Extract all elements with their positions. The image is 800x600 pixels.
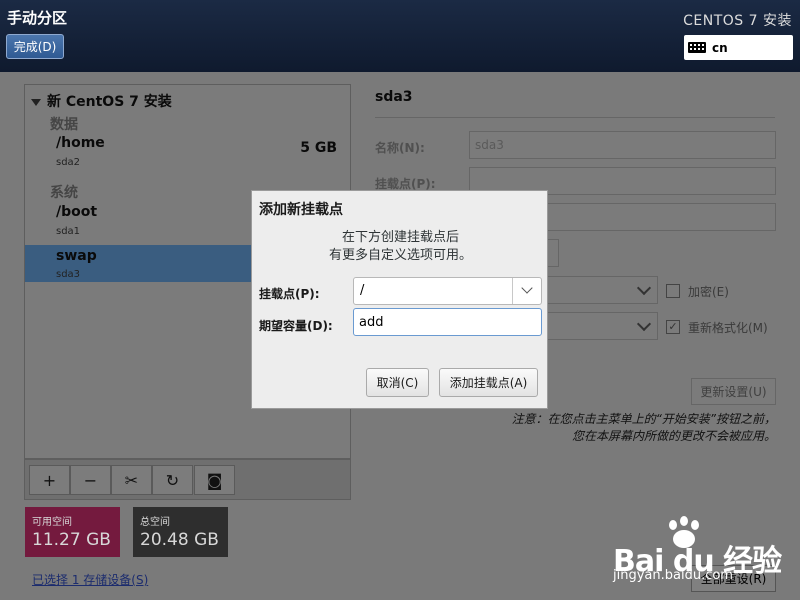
update-settings-button[interactable]: 更新设置(U): [691, 378, 776, 405]
paw-toe: [680, 516, 688, 526]
partition-size-home: 5 GB: [300, 140, 337, 156]
paw-toe: [669, 520, 677, 530]
chevron-down-icon: [636, 316, 652, 332]
dialog-desc-line-1: 在下方创建挂载点后: [341, 230, 459, 245]
add-partition-button[interactable]: +: [29, 465, 70, 495]
baidu-watermark: Bai du 经验 jingyan.baidu.com: [613, 516, 793, 584]
partition-device-boot: sda1: [56, 226, 81, 237]
total-space-value: 20.48 GB: [140, 530, 219, 550]
header-bar: [0, 0, 800, 72]
refresh-icon[interactable]: ↻: [152, 465, 193, 495]
add-mount-point-dialog: 添加新挂载点 在下方创建挂载点后 有更多自定义选项可用。 挂载点(P): / 期…: [251, 190, 548, 409]
name-field[interactable]: sda3: [469, 131, 776, 159]
selected-partition-title: sda3: [375, 89, 413, 105]
tree-root-label: 新 CentOS 7 安装: [47, 94, 172, 110]
tree-root[interactable]: 新 CentOS 7 安装: [31, 91, 172, 111]
total-space-label: 总空间: [140, 517, 170, 528]
available-space-label: 可用空间: [32, 517, 72, 528]
keyboard-icon: [688, 42, 706, 53]
name-label: 名称(N):: [375, 141, 425, 155]
dialog-description: 在下方创建挂载点后 有更多自定义选项可用。: [252, 229, 549, 265]
dialog-title: 添加新挂载点: [259, 202, 343, 218]
partition-device-home: sda2: [56, 157, 81, 168]
note-text: 注意：在您点击主菜单上的“开始安装”按钮之前， 您在本屏幕内所做的更改不会被应用…: [450, 411, 776, 445]
dialog-capacity-label: 期望容量(D):: [259, 319, 333, 333]
filesystem-combo[interactable]: [540, 312, 658, 340]
group-label-data: 数据: [50, 117, 78, 133]
combo-divider: [512, 278, 513, 304]
encrypt-checkbox[interactable]: [666, 284, 680, 298]
page-title: 手动分区: [7, 9, 68, 27]
configure-icon[interactable]: ✂: [111, 465, 152, 495]
dialog-mount-combo[interactable]: /: [353, 277, 542, 305]
paw-toe: [691, 520, 699, 530]
partition-mount-boot[interactable]: /boot: [56, 204, 97, 220]
partition-mount-swap: swap: [56, 248, 97, 264]
product-title: CENTOS 7 安装: [683, 13, 792, 29]
dialog-desc-line-2: 有更多自定义选项可用。: [328, 248, 472, 263]
device-type-combo[interactable]: [540, 276, 658, 304]
remove-partition-button[interactable]: −: [70, 465, 111, 495]
partition-device-swap: sda3: [56, 269, 81, 280]
dialog-add-button[interactable]: 添加挂载点(A): [439, 368, 538, 397]
encrypt-label: 加密(E): [688, 285, 729, 299]
dialog-cancel-button[interactable]: 取消(C): [366, 368, 429, 397]
note-line-1: 注意：在您点击主菜单上的“开始安装”按钮之前，: [511, 412, 776, 426]
separator: [375, 117, 775, 118]
total-space-box: 总空间 20.48 GB: [133, 507, 228, 557]
expand-arrow-icon[interactable]: [31, 98, 41, 106]
chevron-down-icon[interactable]: [521, 282, 533, 294]
selected-storage-link[interactable]: 已选择 1 存储设备(S): [32, 571, 148, 588]
done-button[interactable]: 完成(D): [6, 34, 64, 59]
dialog-mount-value: /: [360, 283, 365, 298]
keyboard-layout-button[interactable]: cn: [684, 35, 793, 60]
dialog-capacity-input[interactable]: [353, 308, 542, 336]
reformat-label: 重新格式化(M): [688, 321, 768, 335]
disk-icon[interactable]: ◙: [194, 465, 235, 495]
chevron-down-icon: [636, 280, 652, 296]
partition-mount-home[interactable]: /home: [56, 135, 105, 151]
keyboard-layout-label: cn: [712, 40, 728, 55]
partition-toolbar: + − ✂ ↻ ◙: [24, 459, 351, 500]
watermark-url: jingyan.baidu.com: [613, 568, 733, 583]
reformat-checkbox[interactable]: ✓: [666, 320, 680, 334]
available-space-value: 11.27 GB: [32, 530, 111, 550]
dialog-mount-label: 挂载点(P):: [259, 287, 320, 301]
group-label-system: 系统: [50, 185, 78, 201]
available-space-box: 可用空间 11.27 GB: [25, 507, 120, 557]
note-line-2: 您在本屏幕内所做的更改不会被应用。: [571, 429, 776, 443]
